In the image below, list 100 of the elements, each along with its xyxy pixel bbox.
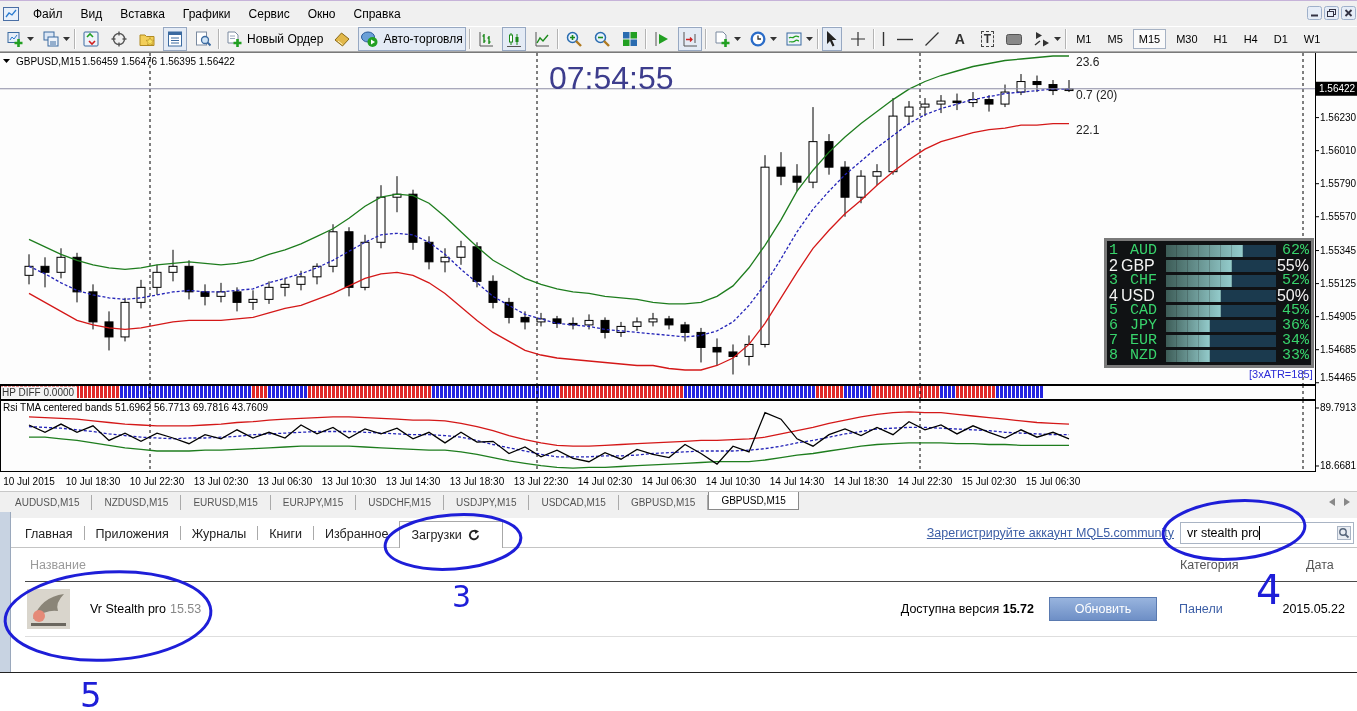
candle — [248, 289, 258, 311]
chart-tab[interactable]: EURJPY,M15 — [270, 495, 357, 510]
scroll-left-icon[interactable] — [1329, 498, 1335, 506]
caret-icon[interactable] — [733, 37, 741, 41]
panel-tab[interactable]: Главная — [14, 522, 84, 544]
chart-tab[interactable]: EURUSD,M15 — [181, 495, 271, 510]
text-tool[interactable]: A — [950, 30, 969, 48]
chart-tab[interactable]: AUDUSD,M15 — [3, 495, 93, 510]
candle — [616, 321, 626, 338]
menu-item[interactable]: Сервис — [239, 4, 299, 23]
magnifier-document-icon[interactable] — [195, 31, 211, 47]
menu-item[interactable]: Окно — [298, 4, 345, 23]
panel-tab[interactable]: Избранное — [314, 522, 400, 544]
search-icon[interactable] — [1337, 525, 1351, 540]
menu-item[interactable]: Графики — [173, 4, 240, 23]
band-value-label: 0.7 (20) — [1076, 88, 1118, 103]
close-icon[interactable] — [1341, 6, 1356, 20]
timeframe-button[interactable]: M15 — [1132, 29, 1167, 49]
chart-tab[interactable]: GBPUSD,M15 — [708, 492, 799, 510]
caret-icon[interactable] — [63, 37, 70, 41]
timeframe-button[interactable]: D1 — [1267, 29, 1294, 49]
scale-label: 89.7913 — [1320, 402, 1357, 414]
candle — [120, 297, 130, 342]
candle — [408, 189, 418, 251]
menu-item[interactable]: Файл — [24, 4, 72, 23]
timeframe-button[interactable]: H4 — [1237, 29, 1264, 49]
currency-label: GBP — [1121, 258, 1156, 273]
panel-tab[interactable]: Журналы — [180, 522, 258, 544]
line-arrow-icon[interactable] — [653, 31, 670, 47]
caret-icon[interactable] — [805, 37, 813, 41]
price-label: 1.54465 — [1320, 372, 1357, 383]
menu-item[interactable]: Справка — [344, 4, 410, 23]
cursor-icon[interactable] — [821, 27, 842, 51]
minimize-icon[interactable] — [1307, 6, 1322, 20]
candle — [72, 252, 82, 303]
list-window-icon[interactable] — [163, 27, 187, 51]
caret-icon[interactable] — [3, 59, 10, 63]
rectangle-icon[interactable] — [1006, 33, 1023, 45]
restore-icon[interactable] — [1324, 6, 1339, 20]
diamond-icon[interactable] — [334, 31, 351, 47]
percent-label: 33% — [1282, 348, 1309, 363]
chart-tab[interactable]: NZDUSD,M15 — [92, 495, 182, 510]
crosshair-icon[interactable] — [849, 31, 866, 47]
atr-label: [3xATR=185] — [1249, 368, 1313, 380]
vertical-line-icon[interactable] — [881, 32, 885, 46]
candle — [1016, 73, 1026, 96]
caret-icon[interactable] — [27, 37, 34, 41]
candle — [296, 270, 306, 291]
arrows-icon[interactable] — [1034, 31, 1051, 47]
clock-icon[interactable] — [749, 31, 766, 47]
candle — [584, 313, 594, 330]
caret-icon[interactable] — [1054, 37, 1062, 41]
time-label: 14 Jul 18:30 — [833, 476, 889, 487]
zoom-out-icon[interactable] — [593, 31, 610, 47]
panel-tab[interactable]: Загрузки — [399, 521, 503, 548]
band-value-label: 22.1 — [1076, 122, 1100, 137]
chart-tab[interactable]: USDJPY,M15 — [444, 495, 530, 510]
chart-tab[interactable]: USDCAD,M15 — [529, 495, 619, 510]
candle — [184, 259, 194, 300]
search-field[interactable]: vr stealth pro — [1180, 521, 1354, 544]
scroll-right-icon[interactable] — [1344, 498, 1350, 506]
percent-label: 45% — [1282, 303, 1309, 318]
price-label: 1.55790 — [1320, 178, 1357, 190]
crosshair-circle-icon[interactable] — [111, 31, 127, 47]
product-name: Vr Stealth pro — [90, 602, 166, 616]
percent-label: 52% — [1282, 273, 1309, 288]
timeframe-button[interactable]: M5 — [1101, 29, 1129, 49]
time-label: 15 Jul 02:30 — [961, 476, 1017, 487]
trend-line-icon[interactable] — [924, 32, 939, 46]
menu-item[interactable]: Вид — [71, 4, 112, 23]
text-label-tool[interactable]: T — [980, 31, 995, 47]
chart-tab[interactable]: USDCHF,M15 — [356, 495, 445, 510]
currency-label: NZD — [1129, 348, 1158, 363]
timeframe-button[interactable]: W1 — [1297, 29, 1327, 49]
time-label: 13 Jul 22:30 — [513, 476, 569, 487]
chart-plus-icon[interactable] — [7, 31, 23, 47]
line-chart-icon[interactable] — [533, 31, 550, 47]
candle — [824, 133, 834, 176]
grid-squares-icon[interactable] — [621, 31, 638, 47]
panel-tab[interactable]: Книги — [258, 522, 314, 544]
timeframe-button[interactable]: H1 — [1207, 29, 1234, 49]
folder-star-icon[interactable] — [139, 31, 155, 47]
bar-chart-icon[interactable] — [477, 31, 494, 47]
timeframe-button[interactable]: M30 — [1170, 29, 1204, 49]
time-label: 14 Jul 22:30 — [897, 476, 953, 487]
timeframe-button[interactable]: M1 — [1070, 29, 1098, 49]
side-tab[interactable] — [0, 512, 11, 672]
candlestick-icon[interactable] — [501, 27, 526, 51]
toolbar-text-button[interactable]: Авто-торговля — [358, 27, 466, 51]
caret-icon[interactable] — [769, 37, 777, 41]
candle — [904, 100, 914, 126]
panel-tab[interactable]: Приложения — [84, 522, 180, 544]
play-badge-icon — [361, 31, 379, 47]
zoom-in-icon[interactable] — [565, 31, 582, 47]
horizontal-line-icon[interactable] — [896, 37, 913, 41]
percent-label: 55% — [1276, 258, 1309, 273]
menu-item[interactable]: Вставка — [111, 4, 174, 23]
up-down-arrows-icon[interactable] — [83, 31, 99, 47]
toolbar-text-button[interactable]: Новый Ордер — [223, 27, 327, 51]
candle — [840, 160, 850, 218]
